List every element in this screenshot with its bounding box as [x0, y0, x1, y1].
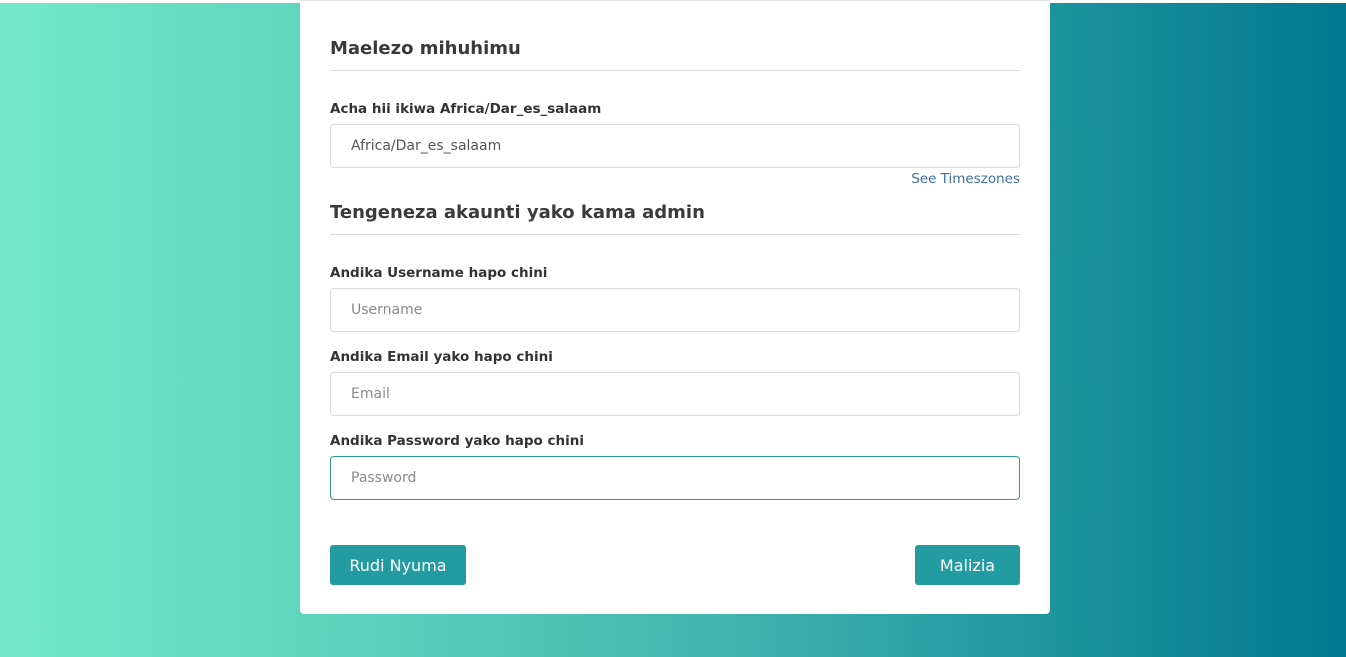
- password-input[interactable]: [330, 456, 1020, 500]
- timezone-label: Acha hii ikiwa Africa/Dar_es_salaam: [330, 101, 602, 117]
- section-title-admin-account: Tengeneza akaunti yako kama admin: [330, 202, 1020, 235]
- timezone-input[interactable]: [330, 124, 1020, 168]
- see-timezones-link[interactable]: See Timeszones: [911, 170, 1020, 188]
- email-input[interactable]: [330, 372, 1020, 416]
- password-label: Andika Password yako hapo chini: [330, 433, 584, 449]
- back-button[interactable]: Rudi Nyuma: [330, 545, 466, 585]
- section-title-important-info: Maelezo mihuhimu: [330, 38, 1020, 71]
- setup-card: Maelezo mihuhimu Acha hii ikiwa Africa/D…: [300, 0, 1050, 614]
- finish-button[interactable]: Malizia: [915, 545, 1020, 585]
- username-input[interactable]: [330, 288, 1020, 332]
- username-label: Andika Username hapo chini: [330, 265, 548, 281]
- email-label: Andika Email yako hapo chini: [330, 349, 553, 365]
